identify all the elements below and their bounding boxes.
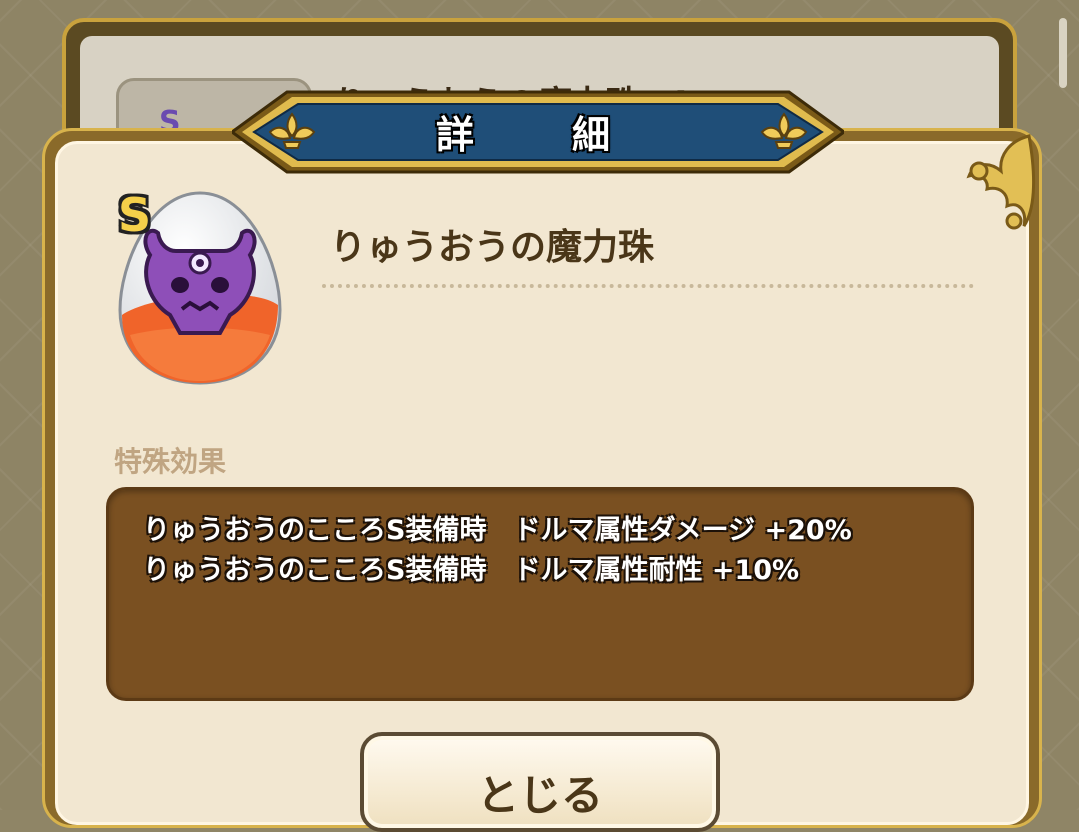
item-name: りゅうおうの魔力珠 xyxy=(330,227,655,268)
close-button-label: とじる xyxy=(476,771,603,820)
corner-ornament-icon xyxy=(966,134,1036,230)
effect-line-1: りゅうおうのこころS装備時 ドルマ属性ダメージ +20% xyxy=(143,515,852,546)
title-banner: 詳 細 xyxy=(229,88,847,176)
scrollbar[interactable] xyxy=(1059,18,1067,88)
special-effects-box: りゅうおうのこころS装備時 ドルマ属性ダメージ +20% りゅうおうのこころS装… xyxy=(106,487,974,701)
item-rank-badge: S xyxy=(118,188,152,242)
special-effects-heading: 特殊効果 xyxy=(114,445,227,478)
item-name-divider xyxy=(322,284,974,288)
dialog-title: 詳 細 xyxy=(435,113,640,157)
effect-line-2: りゅうおうのこころS装備時 ドルマ属性耐性 +10% xyxy=(143,555,800,586)
close-button[interactable]: とじる xyxy=(360,732,720,832)
